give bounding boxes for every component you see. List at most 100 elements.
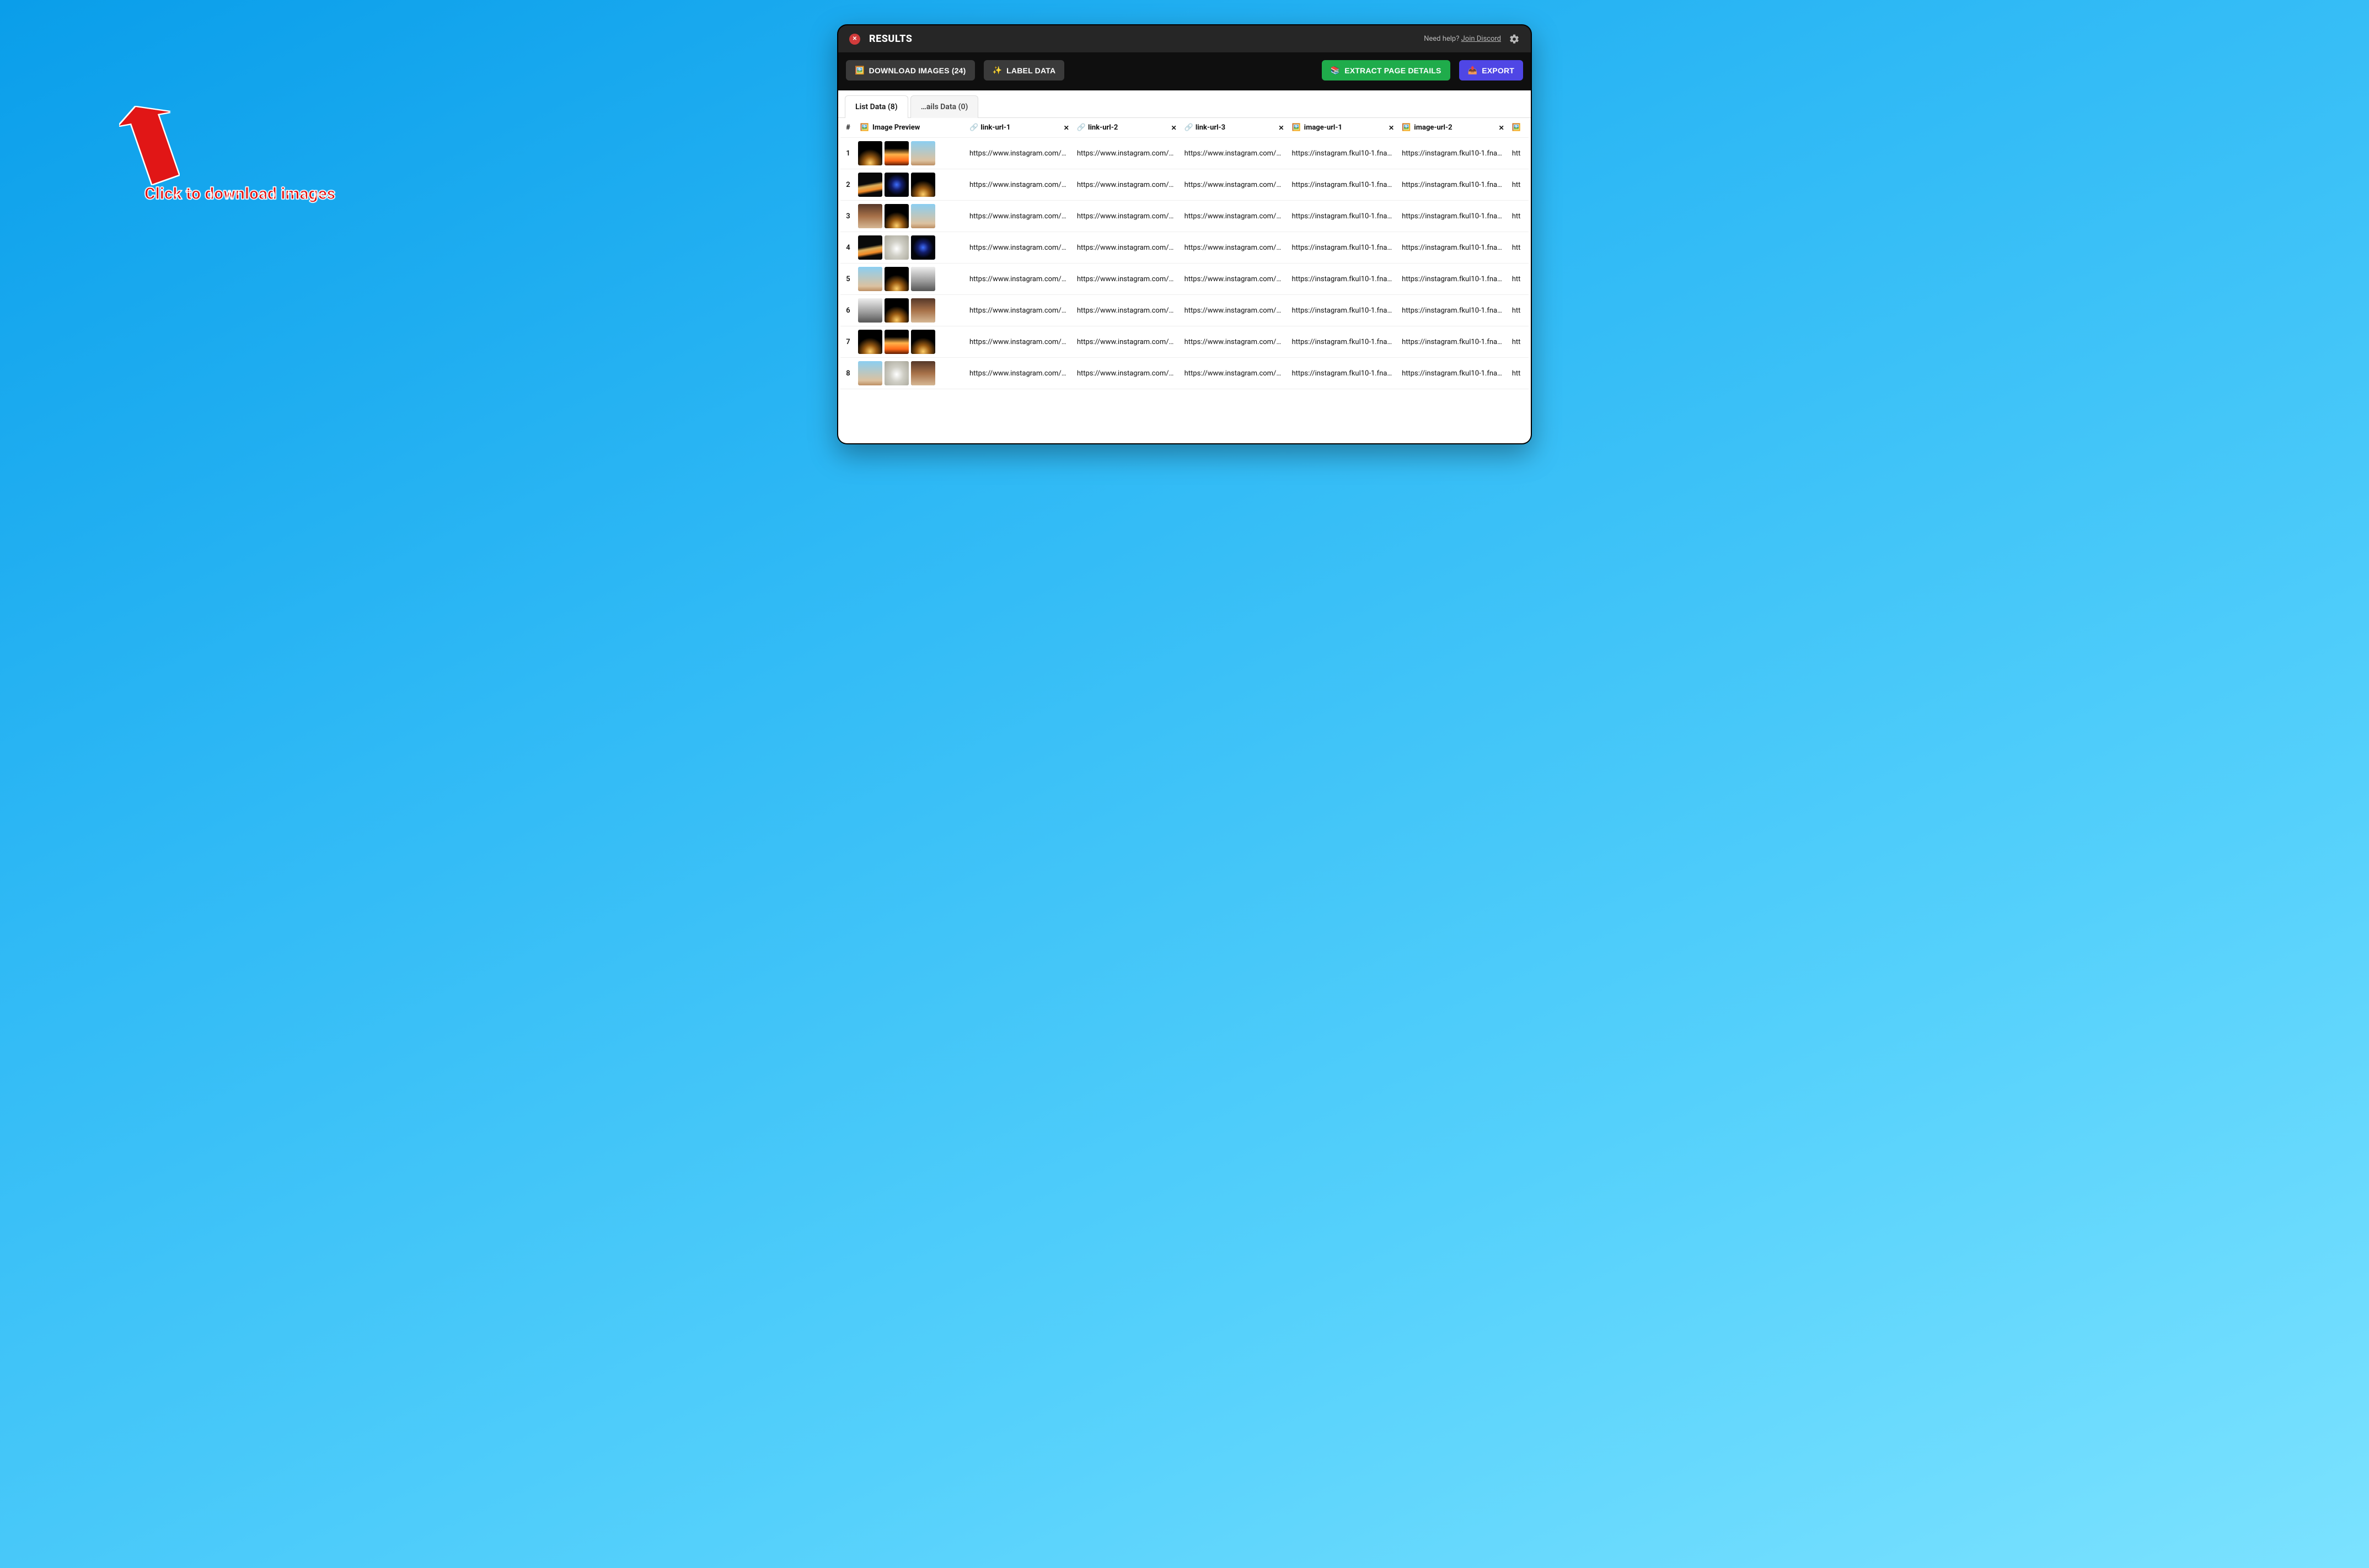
cell-overflow: htt <box>1508 295 1529 326</box>
col-index: # <box>840 118 856 138</box>
close-icon: ✕ <box>853 36 857 42</box>
cell-link-url-3: https://www.instagram.com/spa… <box>1180 169 1288 201</box>
cell-overflow: htt <box>1508 232 1529 264</box>
cell-image-url-2: https://instagram.fkul10-1.fna.fb… <box>1397 326 1508 358</box>
table-row: 3https://www.instagram.com/spa…https://w… <box>840 201 1529 232</box>
cell-overflow: htt <box>1508 326 1529 358</box>
cell-link-url-1: https://www.instagram.com/spa… <box>965 201 1073 232</box>
export-button[interactable]: 📤 EXPORT <box>1459 60 1523 80</box>
thumbnail[interactable] <box>885 173 909 197</box>
remove-col-icon[interactable]: ✕ <box>1064 124 1069 132</box>
row-index: 3 <box>840 201 856 232</box>
tab-list-data[interactable]: List Data (8) <box>845 95 908 118</box>
thumbnail[interactable] <box>858 361 882 385</box>
thumbnail[interactable] <box>911 330 935 354</box>
cell-image-url-2: https://instagram.fkul10-1.fna.fb… <box>1397 138 1508 169</box>
thumbnail[interactable] <box>858 235 882 260</box>
close-button[interactable]: ✕ <box>849 34 860 45</box>
thumbnail[interactable] <box>858 173 882 197</box>
cell-image-url-1: https://instagram.fkul10-1.fna.fb… <box>1287 264 1397 295</box>
thumbnail[interactable] <box>885 267 909 291</box>
table-scroll[interactable]: # 🖼️Image Preview 🔗link-url-1 ✕ 🔗link-ur… <box>838 118 1531 389</box>
thumbnail[interactable] <box>911 298 935 323</box>
extract-page-details-button[interactable]: 📚 EXTRACT PAGE DETAILS <box>1322 60 1450 80</box>
cell-link-url-2: https://www.instagram.com/spa… <box>1073 138 1180 169</box>
cell-image-preview <box>856 169 965 201</box>
cell-link-url-1: https://www.instagram.com/spa… <box>965 326 1073 358</box>
callout-arrow <box>119 101 202 206</box>
cell-link-url-3: https://www.instagram.com/spa… <box>1180 358 1288 389</box>
cell-link-url-3: https://www.instagram.com/spa… <box>1180 295 1288 326</box>
thumbnail[interactable] <box>885 361 909 385</box>
col-image-preview: 🖼️Image Preview <box>856 118 965 138</box>
cell-image-url-1: https://instagram.fkul10-1.fna.fb… <box>1287 169 1397 201</box>
cell-image-url-1: https://instagram.fkul10-1.fna.fb… <box>1287 138 1397 169</box>
help-link[interactable]: Join Discord <box>1461 35 1501 43</box>
cell-image-preview <box>856 264 965 295</box>
remove-col-icon[interactable]: ✕ <box>1171 124 1177 132</box>
remove-col-icon[interactable]: ✕ <box>1389 124 1394 132</box>
tab-details-data[interactable]: …ails Data (0) <box>910 95 979 118</box>
thumbnail[interactable] <box>858 330 882 354</box>
cell-link-url-2: https://www.instagram.com/spa… <box>1073 358 1180 389</box>
export-icon: 📤 <box>1468 66 1478 75</box>
col-link-url-1: 🔗link-url-1 ✕ <box>965 118 1073 138</box>
col-overflow: 🖼️ <box>1508 118 1529 138</box>
cell-image-url-2: https://instagram.fkul10-1.fna.fb… <box>1397 358 1508 389</box>
table-header-row: # 🖼️Image Preview 🔗link-url-1 ✕ 🔗link-ur… <box>840 118 1529 138</box>
link-icon: 🔗 <box>1077 123 1086 132</box>
image-icon: 🖼️ <box>1291 123 1300 132</box>
cell-link-url-1: https://www.instagram.com/spa… <box>965 138 1073 169</box>
thumbnail[interactable] <box>911 204 935 228</box>
table-row: 6 https://www.instagram.com/spa…https://w… <box>840 295 1529 326</box>
thumbnail[interactable] <box>858 141 882 165</box>
callout-text: Click to download images <box>144 184 335 203</box>
thumbnail[interactable] <box>885 330 909 354</box>
row-index: 6 <box>840 295 856 326</box>
toolbar: 🖼️ DOWNLOAD IMAGES (24) ✨ LABEL DATA 📚 E… <box>838 52 1531 90</box>
thumbnail[interactable] <box>858 204 882 228</box>
image-icon: 🖼️ <box>1402 123 1411 132</box>
stack-icon: 📚 <box>1331 66 1341 75</box>
thumbnail[interactable] <box>911 267 935 291</box>
thumbnail[interactable] <box>858 267 882 291</box>
cell-overflow: htt <box>1508 169 1529 201</box>
cell-link-url-2: https://www.instagram.com/spa… <box>1073 169 1180 201</box>
settings-icon[interactable] <box>1509 34 1520 45</box>
thumbnail[interactable] <box>911 173 935 197</box>
thumbnail[interactable] <box>885 235 909 260</box>
link-icon: 🔗 <box>969 123 978 132</box>
thumbnail[interactable] <box>911 235 935 260</box>
col-link-url-2: 🔗link-url-2 ✕ <box>1073 118 1180 138</box>
label-data-button[interactable]: ✨ LABEL DATA <box>984 60 1065 80</box>
row-index: 2 <box>840 169 856 201</box>
remove-col-icon[interactable]: ✕ <box>1278 124 1284 132</box>
row-index: 7 <box>840 326 856 358</box>
thumbnail[interactable] <box>911 141 935 165</box>
cell-overflow: htt <box>1508 358 1529 389</box>
cell-overflow: htt <box>1508 138 1529 169</box>
thumbnail[interactable] <box>858 298 882 323</box>
cell-image-preview <box>856 138 965 169</box>
cell-link-url-2: https://www.instagram.com/spa… <box>1073 232 1180 264</box>
remove-col-icon[interactable]: ✕ <box>1499 124 1504 132</box>
image-icon: 🖼️ <box>855 66 865 75</box>
row-index: 1 <box>840 138 856 169</box>
cell-link-url-1: https://www.instagram.com/spa… <box>965 169 1073 201</box>
table-row: 2https://www.instagram.com/spa…https://w… <box>840 169 1529 201</box>
help-text: Need help? Join Discord <box>1424 35 1501 43</box>
thumbnail[interactable] <box>885 141 909 165</box>
download-images-button[interactable]: 🖼️ DOWNLOAD IMAGES (24) <box>846 60 975 80</box>
cell-link-url-2: https://www.instagram.com/spa… <box>1073 295 1180 326</box>
thumbnail[interactable] <box>911 361 935 385</box>
cell-image-url-2: https://instagram.fkul10-1.fna.fb… <box>1397 232 1508 264</box>
cell-link-url-3: https://www.instagram.com/spa… <box>1180 138 1288 169</box>
table-row: 8https://www.instagram.com/spa…https://w… <box>840 358 1529 389</box>
cell-link-url-3: https://www.instagram.com/spa… <box>1180 326 1288 358</box>
thumbnail[interactable] <box>885 298 909 323</box>
thumbnail[interactable] <box>885 204 909 228</box>
cell-image-preview <box>856 201 965 232</box>
modal-title: RESULTS <box>869 33 1424 45</box>
cell-image-url-1: https://instagram.fkul10-1.fna.fb… <box>1287 295 1397 326</box>
cell-image-url-2: https://instagram.fkul10-1.fna.fb… <box>1397 295 1508 326</box>
